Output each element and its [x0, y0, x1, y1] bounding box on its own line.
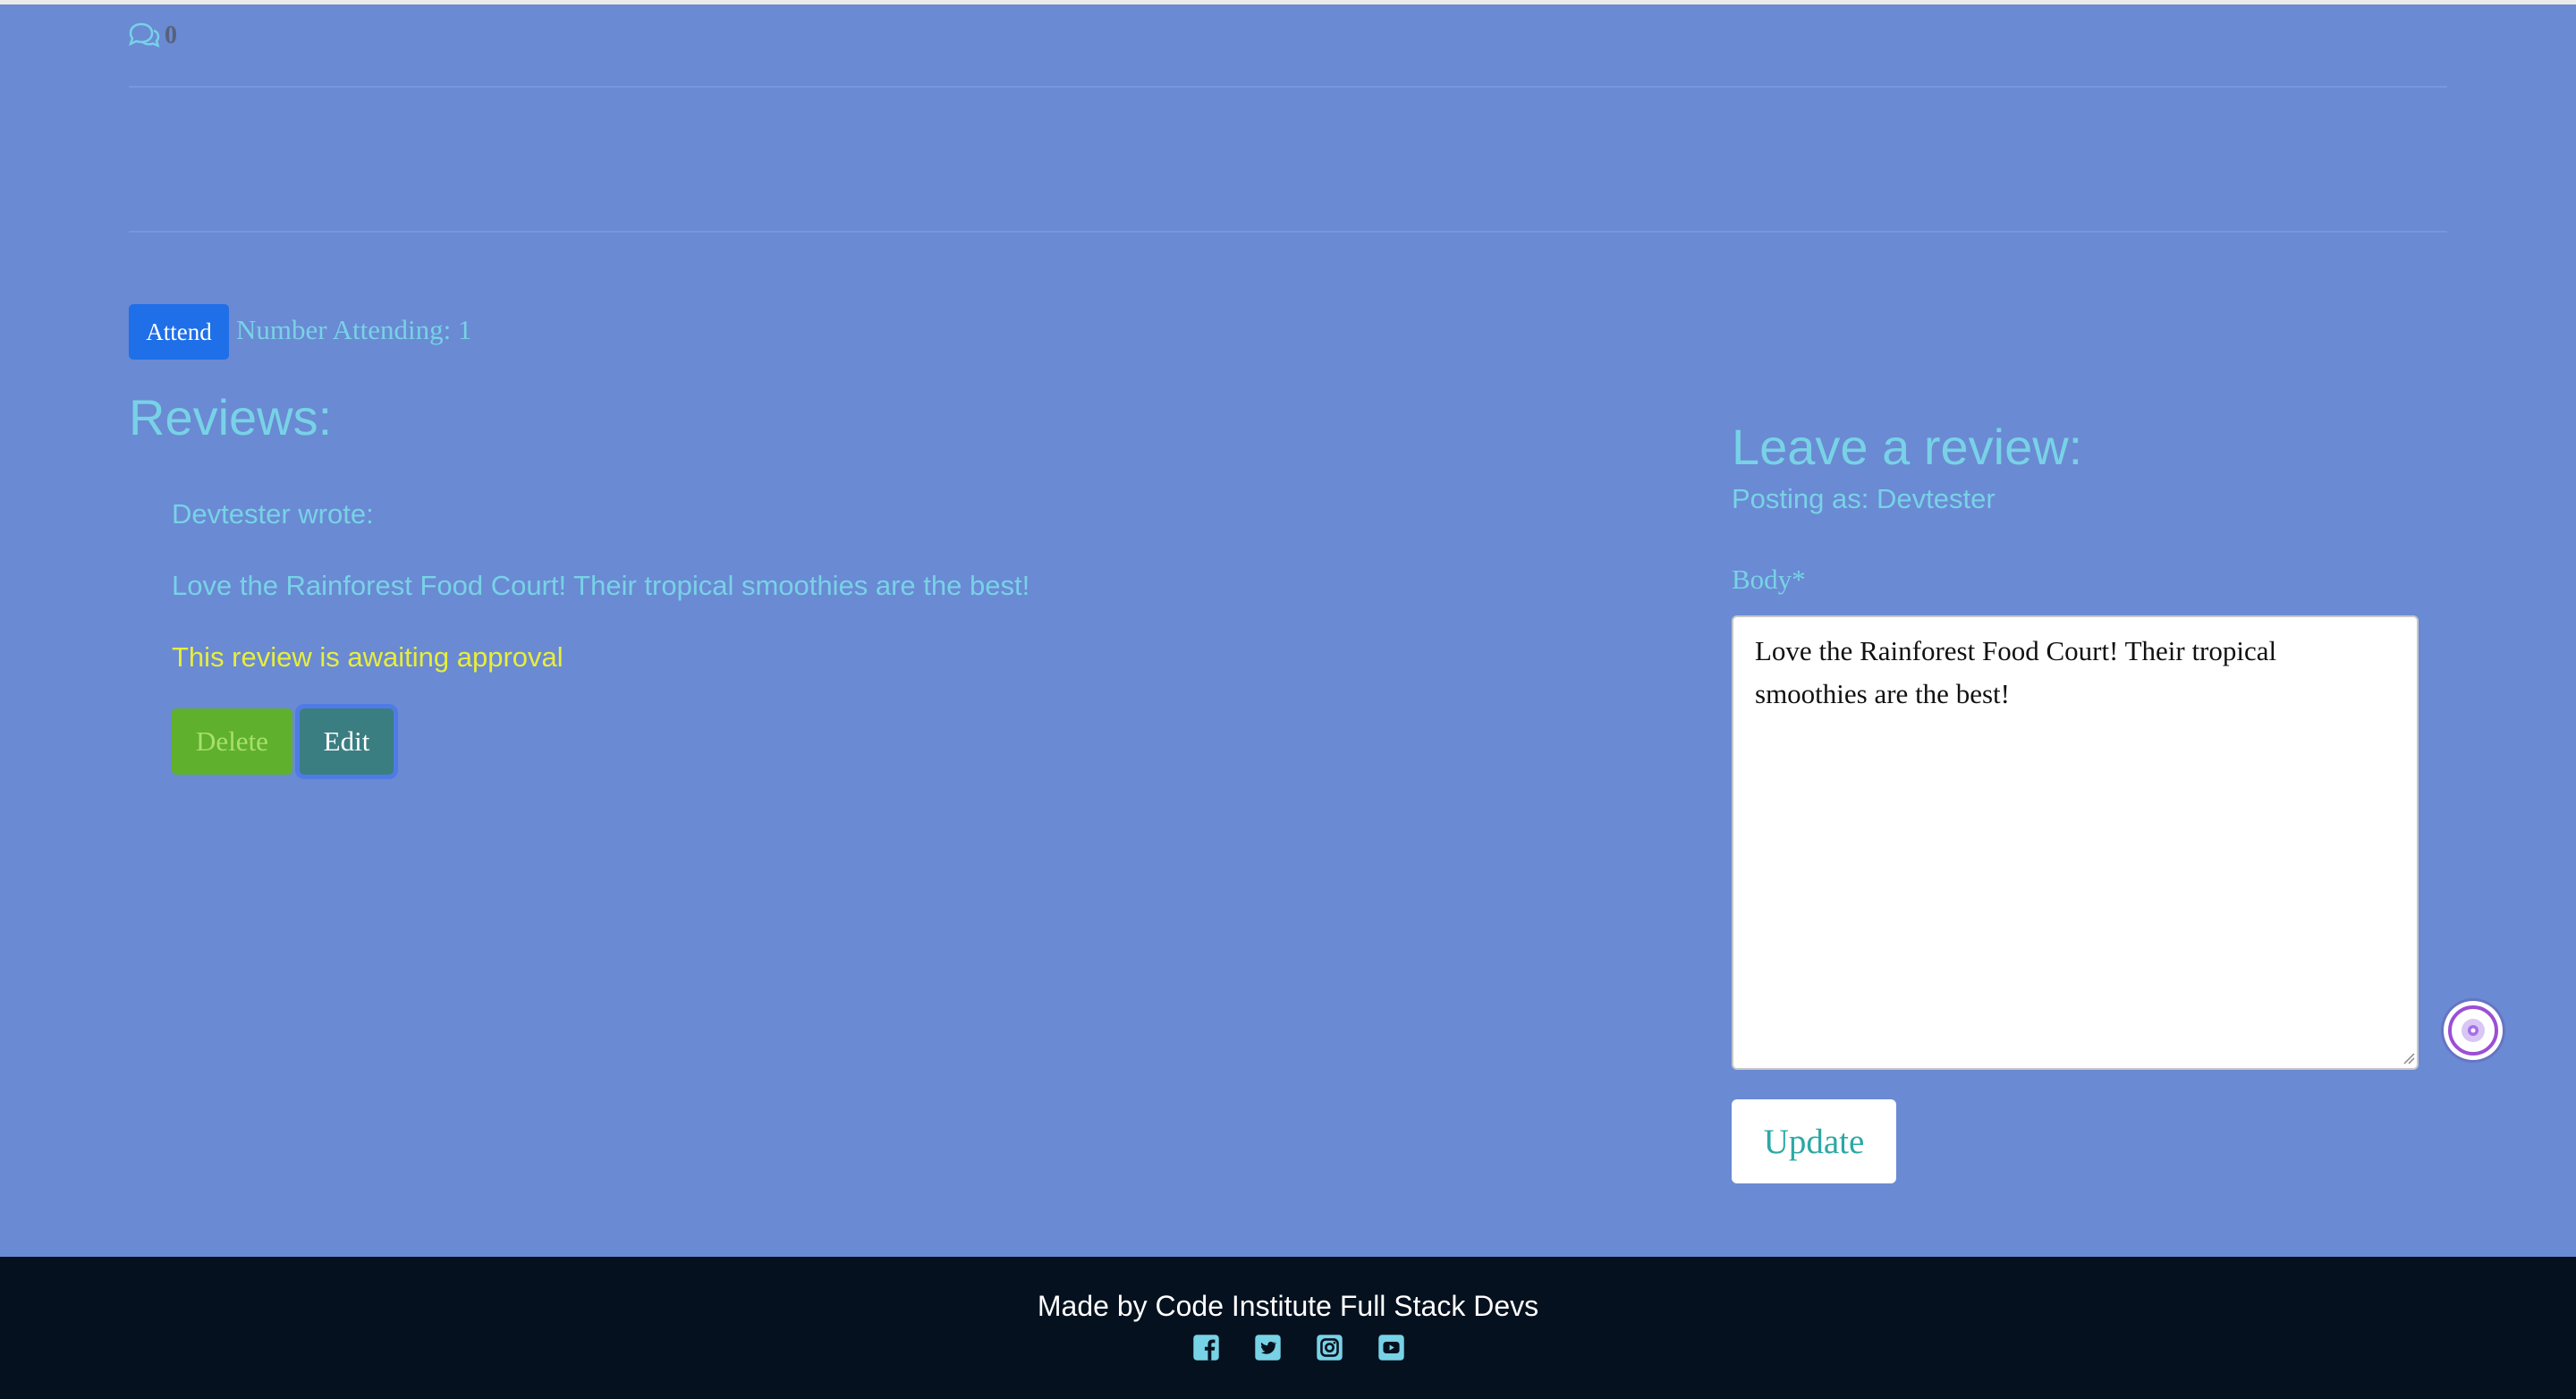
review-status: This review is awaiting approval	[172, 641, 564, 673]
leave-review-heading: Leave a review:	[1732, 419, 2083, 475]
posting-as: Posting as: Devtester	[1732, 483, 1996, 514]
resize-handle-icon[interactable]	[2402, 1052, 2415, 1064]
review-body: Love the Rainforest Food Court! Their tr…	[172, 570, 1030, 601]
comment-count-value: 0	[165, 21, 177, 49]
review-actions: Delete Edit	[172, 708, 394, 775]
instagram-icon[interactable]	[1316, 1334, 1343, 1361]
reviews-heading: Reviews:	[129, 389, 333, 445]
footer-credit: Made by Code Institute Full Stack Devs	[1037, 1290, 1539, 1322]
attend-row: Attend Number Attending: 1	[129, 304, 471, 360]
facebook-icon[interactable]	[1192, 1334, 1220, 1361]
delete-review-button[interactable]: Delete	[172, 708, 292, 775]
divider	[129, 231, 2447, 233]
comments-icon	[127, 21, 161, 50]
update-button[interactable]: Update	[1732, 1099, 1896, 1183]
footer	[0, 1257, 2576, 1399]
twitter-icon[interactable]	[1254, 1334, 1282, 1361]
divider	[129, 86, 2447, 88]
review-author: Devtester wrote:	[172, 498, 374, 530]
floating-assistant-button[interactable]	[2439, 996, 2507, 1064]
edit-review-button[interactable]: Edit	[300, 708, 394, 775]
top-border	[0, 0, 2576, 4]
comment-count: 0	[127, 18, 177, 54]
youtube-icon[interactable]	[1377, 1334, 1405, 1361]
attend-button[interactable]: Attend	[129, 304, 229, 360]
attending-count: Number Attending: 1	[236, 314, 472, 345]
review-body-input[interactable]: Love the Rainforest Food Court! Their tr…	[1732, 615, 2419, 1070]
assistant-icon	[2441, 998, 2505, 1063]
body-label: Body*	[1732, 564, 1806, 595]
social-links	[1192, 1334, 1405, 1361]
